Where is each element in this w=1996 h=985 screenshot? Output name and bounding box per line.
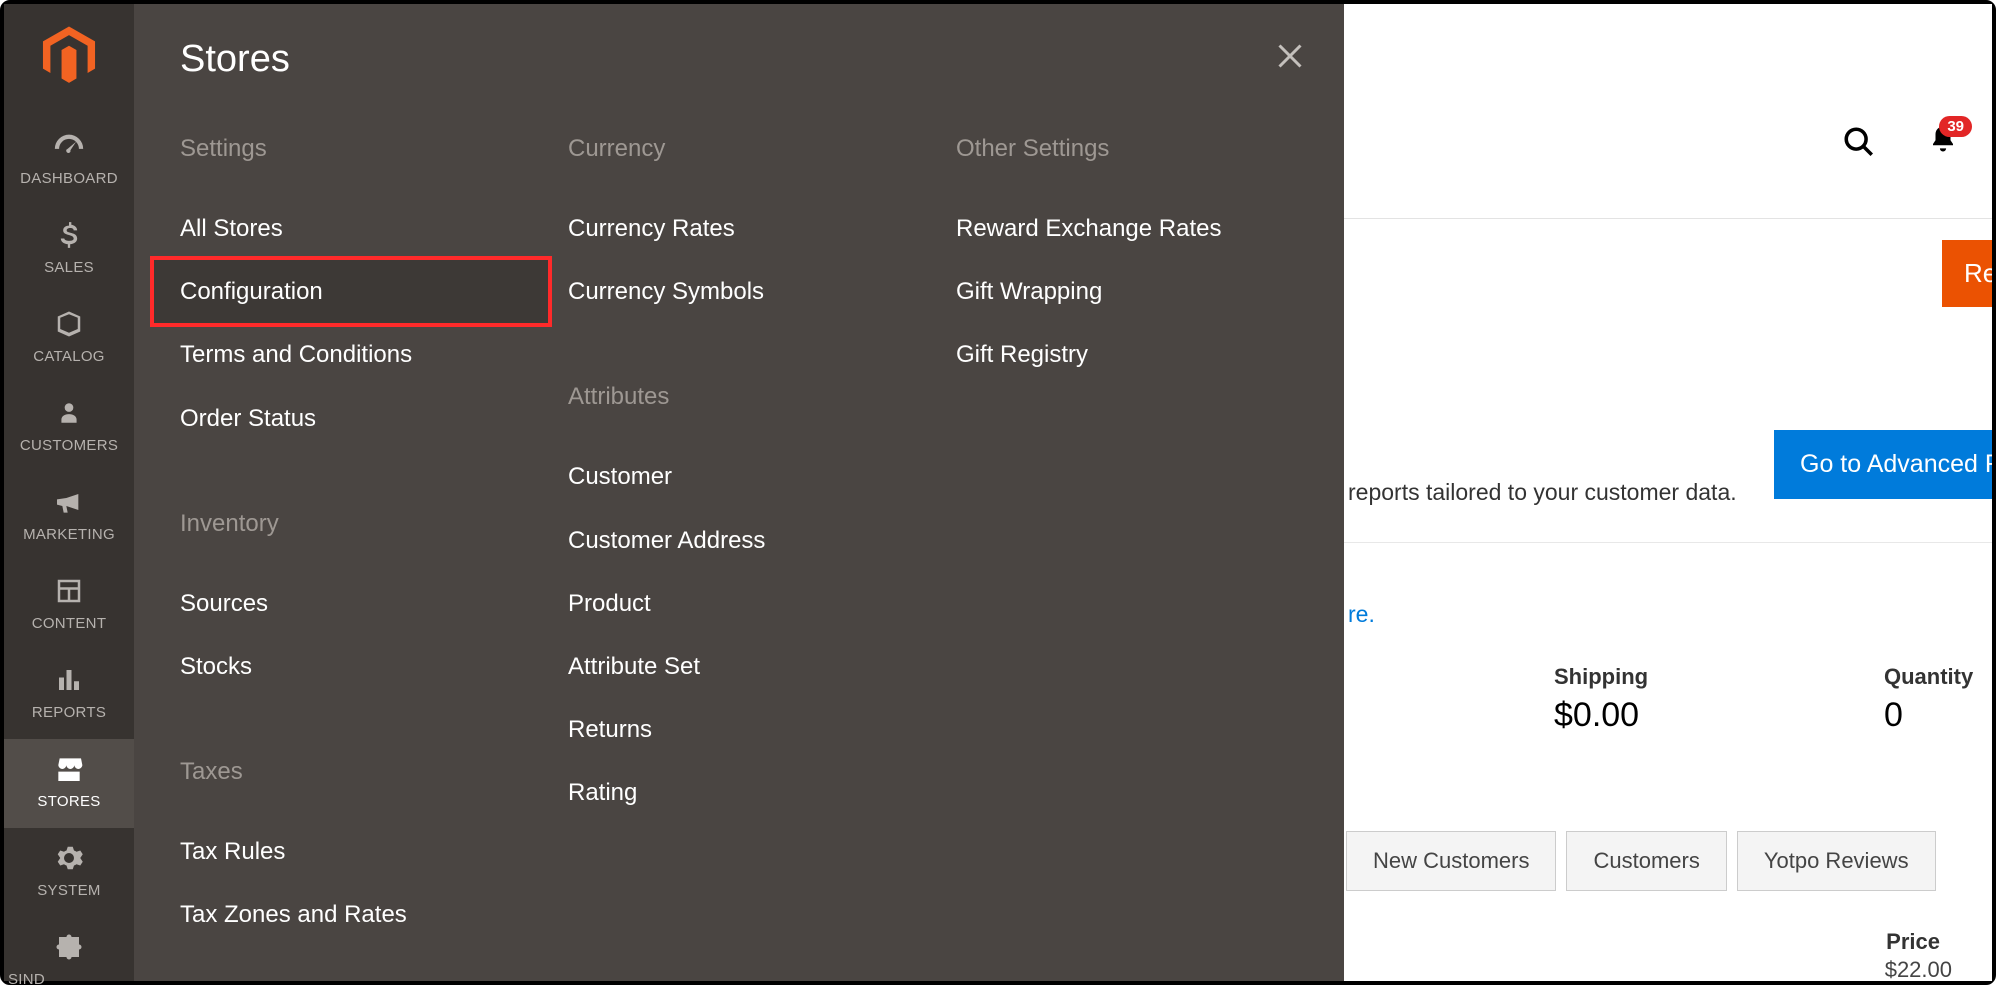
rail-label: SIND PARTNERS [8,971,130,985]
link-configuration[interactable]: Configuration [154,260,548,323]
admin-rail: DASHBOARD SALES CATALOG CUSTOMERS MARKET… [4,4,134,981]
puzzle-icon [51,929,87,965]
here-link[interactable]: re. [1348,601,1375,628]
flyout-column-other: Other Settings Reward Exchange Rates Gif… [956,127,1344,947]
stat-value: $0.00 [1554,696,1648,735]
flyout-column-settings: Settings All Stores Configuration Terms … [180,127,568,947]
link-all-stores[interactable]: All Stores [166,197,568,260]
stores-flyout: Stores Settings All Stores Configuration… [134,4,1344,981]
rail-marketing[interactable]: MARKETING [4,472,134,561]
magento-logo-icon [38,24,100,86]
link-stocks[interactable]: Stocks [166,635,568,698]
gear-icon [51,840,87,876]
flyout-column-currency: Currency Currency Rates Currency Symbols… [568,127,956,947]
divider [1344,542,1992,543]
tailored-text: reports tailored to your customer data. [1348,479,1737,506]
rail-content[interactable]: CONTENT [4,561,134,650]
rail-customers[interactable]: CUSTOMERS [4,383,134,472]
dashboard-tabs: New Customers Customers Yotpo Reviews [1346,831,1936,891]
group-heading: Currency [568,135,956,163]
group-heading: Other Settings [956,135,1344,163]
box-icon [51,306,87,342]
bars-icon [51,662,87,698]
link-tax-zones[interactable]: Tax Zones and Rates [166,883,568,946]
link-tax-rules[interactable]: Tax Rules [166,820,568,883]
link-sources[interactable]: Sources [166,572,568,635]
rail-label: CONTENT [32,615,107,632]
rail-label: DASHBOARD [20,170,118,187]
link-attr-rating[interactable]: Rating [554,761,956,824]
link-attr-returns[interactable]: Returns [554,698,956,761]
rail-label: MARKETING [23,526,115,543]
close-button[interactable] [1272,38,1308,74]
close-icon [1272,38,1308,74]
stat-value: 0 [1884,696,1973,735]
person-icon [51,395,87,431]
rail-label: SYSTEM [37,882,100,899]
rail-dashboard[interactable]: DASHBOARD [4,116,134,205]
tab-new-customers[interactable]: New Customers [1346,831,1556,891]
gauge-icon [51,128,87,164]
rail-label: CUSTOMERS [20,437,118,454]
search-icon [1842,125,1876,159]
group-heading: Inventory [180,510,568,538]
rail-label: CATALOG [33,348,105,365]
megaphone-icon [51,484,87,520]
divider [1344,218,1992,219]
stat-label: Shipping [1554,664,1648,690]
tab-customers[interactable]: Customers [1566,831,1726,891]
link-attr-customer[interactable]: Customer [554,445,956,508]
link-gift-wrapping[interactable]: Gift Wrapping [942,260,1344,323]
rail-catalog[interactable]: CATALOG [4,294,134,383]
rail-reports[interactable]: REPORTS [4,650,134,739]
layout-icon [51,573,87,609]
link-terms-conditions[interactable]: Terms and Conditions [166,323,568,386]
flyout-title: Stores [134,4,1344,81]
link-attr-customer-address[interactable]: Customer Address [554,509,956,572]
rail-find-partners[interactable]: SIND PARTNERS [4,917,134,985]
link-attr-product[interactable]: Product [554,572,956,635]
stat-shipping: Shipping $0.00 [1554,664,1648,735]
link-gift-registry[interactable]: Gift Registry [942,323,1344,386]
tab-yotpo-reviews[interactable]: Yotpo Reviews [1737,831,1936,891]
link-attr-attribute-set[interactable]: Attribute Set [554,635,956,698]
link-currency-rates[interactable]: Currency Rates [554,197,956,260]
dollar-icon [51,217,87,253]
price-header: Price [1886,929,1940,955]
stat-quantity: Quantity 0 [1884,664,1973,735]
advanced-reporting-button[interactable]: Go to Advanced Re [1774,430,1992,499]
dashboard-content: 39 Re Go to Advanced Re reports tailored… [1344,4,1992,981]
link-currency-symbols[interactable]: Currency Symbols [554,260,956,323]
rail-label: SALES [44,259,94,276]
group-heading: Taxes [180,758,568,786]
rail-label: REPORTS [32,704,106,721]
link-order-status[interactable]: Order Status [166,387,568,450]
stat-label: Quantity [1884,664,1973,690]
search-button[interactable] [1842,125,1876,159]
reload-button[interactable]: Re [1942,240,1992,307]
group-heading: Settings [180,135,568,163]
rail-sales[interactable]: SALES [4,205,134,294]
notifications-button[interactable]: 39 [1928,124,1958,159]
store-icon [51,751,87,787]
price-value: $22.00 [1885,957,1952,983]
rail-label: STORES [37,793,100,810]
notification-badge: 39 [1939,116,1972,137]
rail-stores[interactable]: STORES [4,739,134,828]
group-heading: Attributes [568,383,956,411]
link-reward-exchange[interactable]: Reward Exchange Rates [942,197,1344,260]
rail-system[interactable]: SYSTEM [4,828,134,917]
